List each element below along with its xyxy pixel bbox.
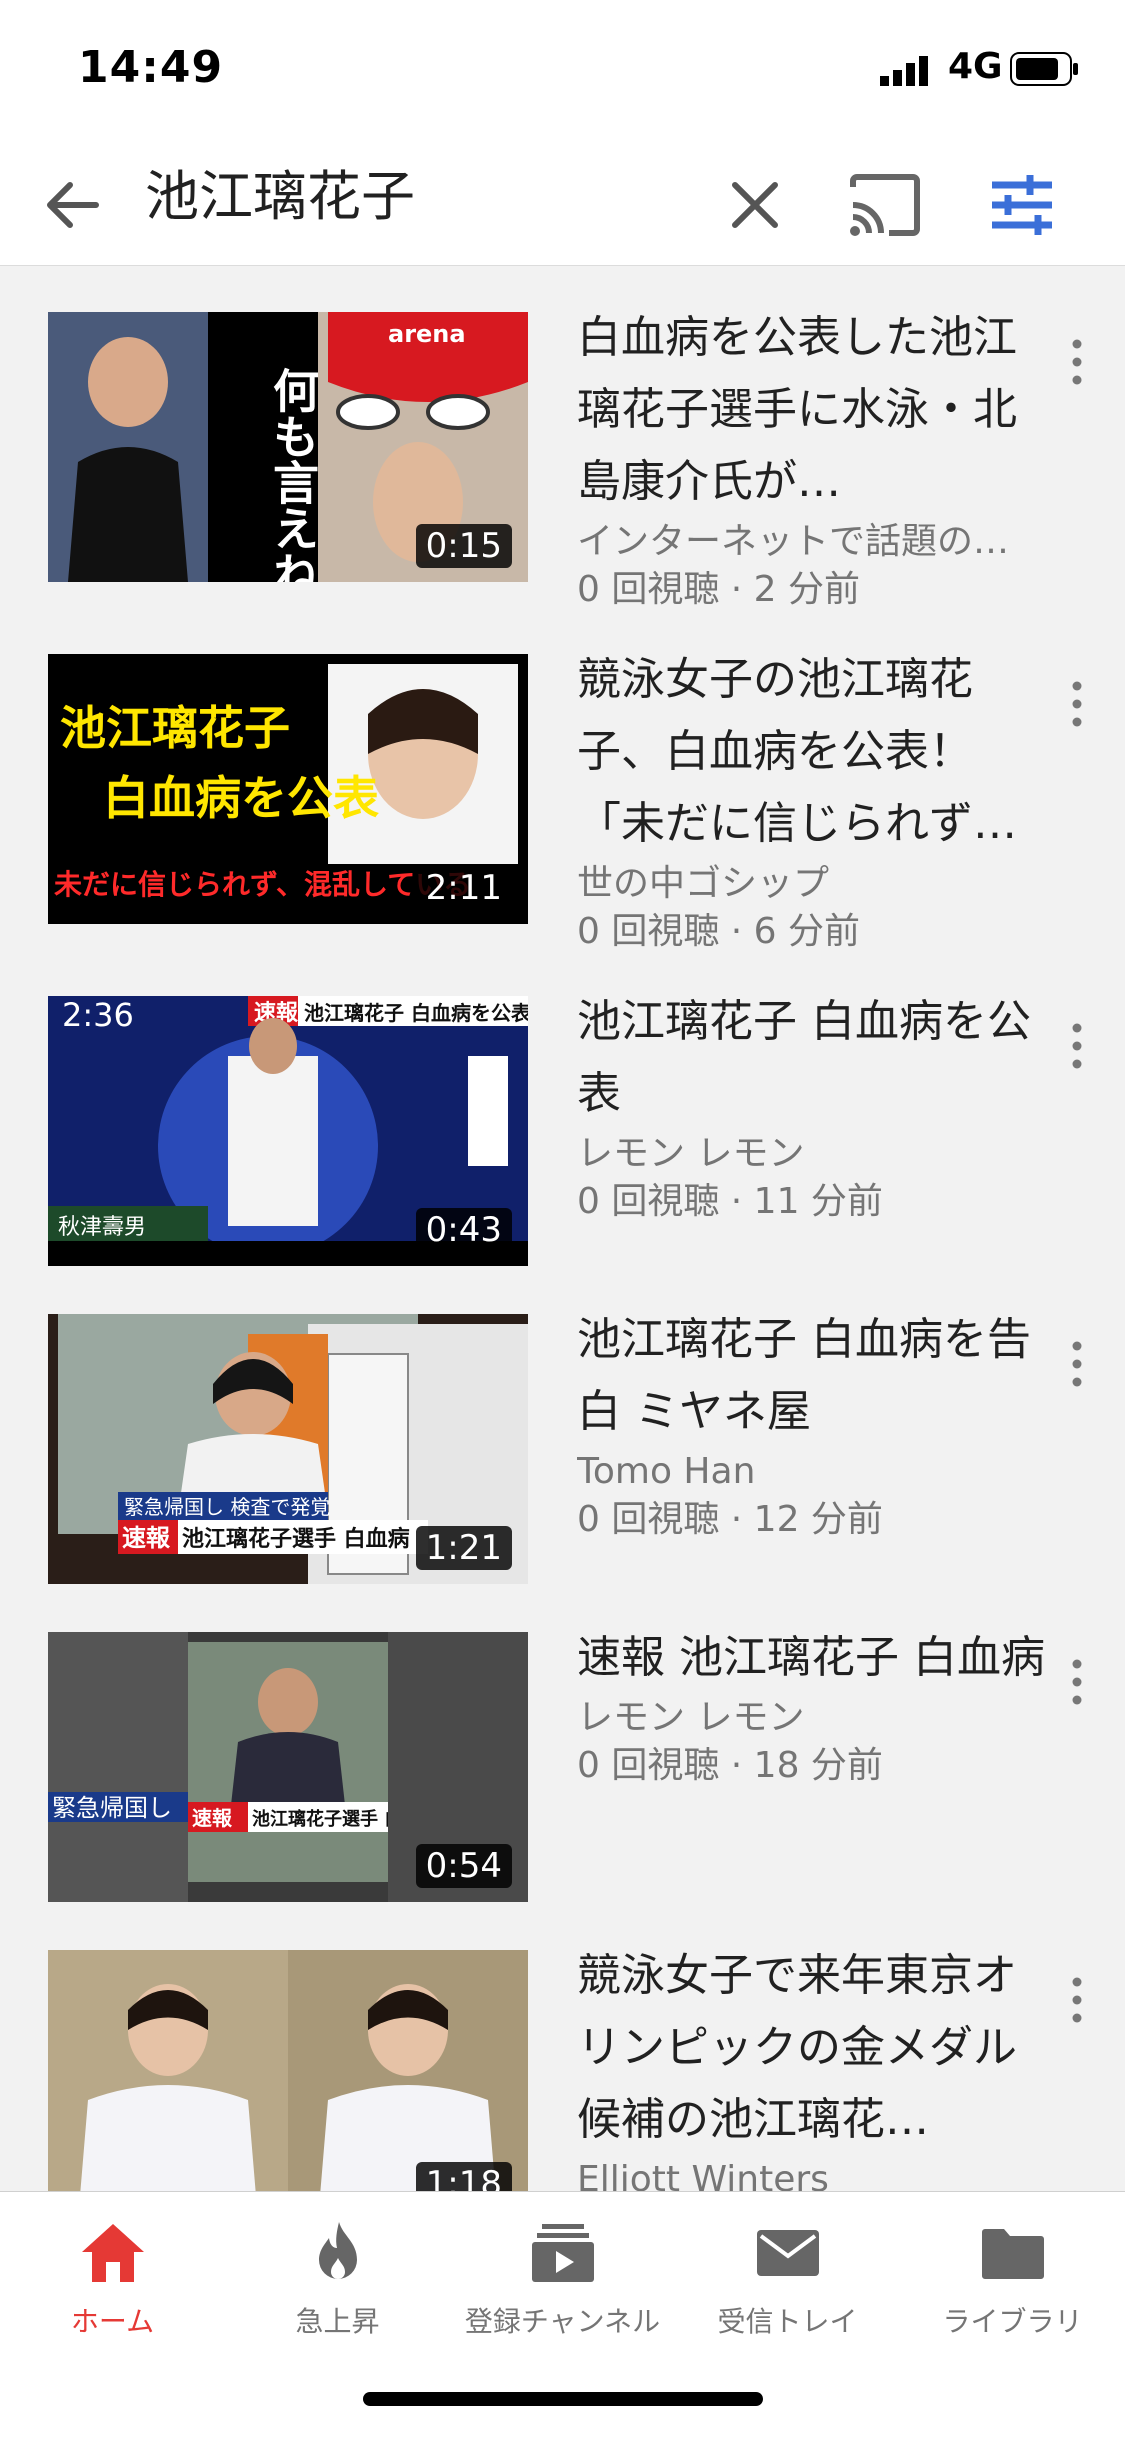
status-bar: 14:49 4G (0, 0, 1125, 140)
channel-name: Elliott Winters (577, 2159, 829, 2191)
video-title[interactable]: 白血病を公表した池江璃花子選手に水泳・北島康介氏が… (577, 302, 1047, 518)
channel-name: Tomo Han (577, 1451, 756, 1492)
thumbnail-name-caption: 秋津壽男 (58, 1215, 146, 1240)
video-thumbnail[interactable]: 緊急帰国し 検査で発覚 速報 池江璃花子選手 白血病 1:21 (48, 1314, 528, 1584)
channel-name: レモン レモン (577, 1697, 805, 1738)
video-thumbnail[interactable]: 緊急帰国し 速報 池江璃花子選手 白血病 0:54 (48, 1632, 528, 1902)
nav-label: ライブラリ (942, 2305, 1083, 2338)
video-title[interactable]: 競泳女子で来年東京オリンピックの金メダル候補の池江璃花… (577, 1940, 1047, 2156)
thumbnail-caption: 未だに信じられず、混乱している (54, 868, 471, 901)
video-duration: 0:15 (415, 524, 512, 568)
channel-name: インターネットで話題の… (577, 521, 1010, 562)
video-meta: 0 回視聴 · 11 分前 (577, 1181, 883, 1222)
more-options-icon[interactable] (1062, 674, 1092, 734)
video-meta: 0 回視聴 · 6 分前 (577, 911, 861, 952)
video-info[interactable]: 競泳女子で来年東京オリンピックの金メダル候補の池江璃花… Elliott Win… (577, 1940, 1047, 2191)
thumbnail-subcaption: 緊急帰国し 検査で発覚 (124, 1495, 330, 1519)
video-info[interactable]: 競泳女子の池江璃花子、白血病を公表！「未だに信じられず… 世の中ゴシップ 0 回… (577, 644, 1047, 956)
video-meta: 0 回視聴 · 18 分前 (577, 1745, 883, 1786)
thumbnail-cap-logo: arena (388, 320, 466, 348)
status-time: 14:49 (78, 42, 224, 93)
channel-name: レモン レモン (577, 1133, 805, 1174)
more-options-icon[interactable] (1062, 1652, 1092, 1712)
video-info[interactable]: 白血病を公表した池江璃花子選手に水泳・北島康介氏が… インターネットで話題の… … (577, 302, 1047, 614)
search-results-list[interactable]: 何も言えねぇ… arena 0:15 白血病を公表した池江璃花子選手に水泳・北島… (0, 266, 1125, 2191)
thumbnail-subcaption: 緊急帰国し (52, 1794, 172, 1822)
video-meta: 0 回視聴 · 2 分前 (577, 569, 861, 610)
signal-strength-icon (880, 56, 928, 86)
video-title[interactable]: 池江璃花子 白血病を告白 ミヤネ屋 (577, 1304, 1047, 1448)
thumbnail-banner: 池江璃花子選手 白血病 (182, 1526, 410, 1552)
video-meta: 0 回視聴 · 12 分前 (577, 1499, 883, 1540)
nav-tab-inbox[interactable]: 受信トレイ (675, 2220, 900, 2350)
search-query[interactable]: 池江璃花子 (145, 162, 415, 232)
nav-tab-trending[interactable]: 急上昇 (225, 2220, 450, 2350)
library-folder-icon (981, 2229, 1044, 2279)
video-thumbnail[interactable]: 何も言えねぇ… arena 0:15 (48, 312, 528, 582)
more-options-icon[interactable] (1062, 1970, 1092, 2030)
video-thumbnail[interactable]: 池江璃花子 白血病を公表 未だに信じられず、混乱している 2:11 (48, 654, 528, 924)
subscriptions-icon (531, 2224, 594, 2282)
battery-icon (1010, 52, 1078, 86)
channel-name: 世の中ゴシップ (577, 863, 830, 904)
video-info[interactable]: 速報 池江璃花子 白血病 レモン レモン 0 回視聴 · 18 分前 (577, 1622, 1047, 1790)
nav-label: ホーム (70, 2305, 155, 2338)
nav-tab-home[interactable]: ホーム (0, 2220, 225, 2350)
nav-label: 登録チャンネル (464, 2305, 661, 2338)
search-filter-icon[interactable] (982, 165, 1062, 245)
search-header: 池江璃花子 (0, 140, 1125, 266)
nav-tab-subscriptions[interactable]: 登録チャンネル (450, 2220, 675, 2350)
video-info[interactable]: 池江璃花子 白血病を公表 レモン レモン 0 回視聴 · 11 分前 (577, 986, 1047, 1226)
nav-label: 急上昇 (295, 2305, 380, 2338)
video-info[interactable]: 池江璃花子 白血病を告白 ミヤネ屋 Tomo Han 0 回視聴 · 12 分前 (577, 1304, 1047, 1544)
thumbnail-image (48, 1950, 528, 2191)
more-options-icon[interactable] (1062, 1016, 1092, 1076)
video-title[interactable]: 池江璃花子 白血病を公表 (577, 986, 1047, 1130)
video-result-item[interactable]: 緊急帰国し 速報 池江璃花子選手 白血病 0:54 速報 池江璃花子 白血病 レ… (0, 1632, 1125, 1950)
thumbnail-vertical-text: 何も言えねぇ… (266, 367, 320, 582)
video-duration: 2:11 (415, 866, 512, 910)
nav-tab-library[interactable]: ライブラリ (900, 2220, 1125, 2350)
clear-search-icon[interactable] (720, 170, 790, 240)
thumbnail-breaking-tag: 速報 (192, 1806, 233, 1830)
home-icon (81, 2224, 144, 2282)
back-arrow-icon[interactable] (38, 170, 108, 240)
thumbnail-breaking-tag: 速報 (122, 1524, 171, 1552)
thumbnail-headline: 白血病を公表 (103, 771, 379, 825)
thumbnail-banner: 池江璃花子 白血病を公表 (304, 1001, 528, 1025)
video-thumbnail[interactable]: 1:18 (48, 1950, 528, 2191)
network-type: 4G (948, 46, 1003, 87)
more-options-icon[interactable] (1062, 332, 1092, 392)
nav-label: 受信トレイ (717, 2305, 858, 2338)
video-title[interactable]: 競泳女子の池江璃花子、白血病を公表！「未だに信じられず… (577, 644, 1047, 860)
video-duration: 0:54 (415, 1844, 512, 1888)
thumbnail-headline: 池江璃花子 (60, 701, 290, 755)
video-result-item[interactable]: 緊急帰国し 検査で発覚 速報 池江璃花子選手 白血病 1:21 池江璃花子 白血… (0, 1314, 1125, 1632)
video-duration: 1:18 (415, 2162, 512, 2191)
inbox-mail-icon (756, 2230, 819, 2276)
video-duration: 0:43 (415, 1208, 512, 1252)
thumbnail-timestamp: 2:36 (62, 996, 134, 1034)
cast-icon[interactable] (845, 165, 925, 245)
video-title[interactable]: 速報 池江璃花子 白血病 (577, 1622, 1047, 1694)
video-result-item[interactable]: 速報 池江璃花子 白血病を公表 2:36 秋津壽男 0:43 池江璃花子 白血病… (0, 996, 1125, 1314)
video-result-item[interactable]: 1:18 競泳女子で来年東京オリンピックの金メダル候補の池江璃花… Elliot… (0, 1950, 1125, 2191)
trending-flame-icon (318, 2222, 357, 2279)
home-indicator[interactable] (363, 2392, 763, 2406)
video-thumbnail[interactable]: 速報 池江璃花子 白血病を公表 2:36 秋津壽男 0:43 (48, 996, 528, 1266)
video-result-item[interactable]: 池江璃花子 白血病を公表 未だに信じられず、混乱している 2:11 競泳女子の池… (0, 654, 1125, 972)
video-duration: 1:21 (415, 1526, 512, 1570)
video-result-item[interactable]: 何も言えねぇ… arena 0:15 白血病を公表した池江璃花子選手に水泳・北島… (0, 312, 1125, 630)
more-options-icon[interactable] (1062, 1334, 1092, 1394)
